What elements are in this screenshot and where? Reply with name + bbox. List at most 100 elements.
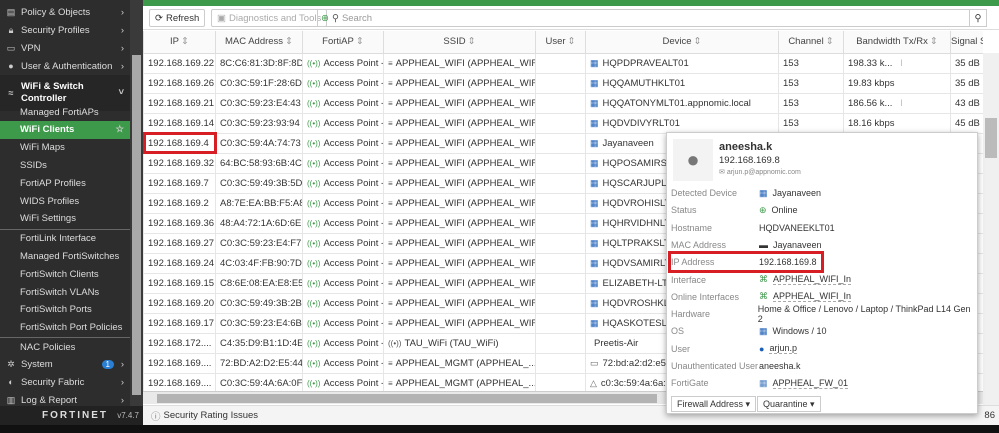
ssid-icon: ≡	[388, 318, 393, 328]
diagnostics-button[interactable]: ▣ Diagnostics and Tools	[211, 9, 328, 27]
scrollbar-thumb[interactable]	[985, 118, 997, 158]
table-row[interactable]: 192.168.169.21 C0:3C:59:23:E4:43 ((•)) Acce…	[143, 92, 983, 114]
sidebar-item-wifi-clients[interactable]: WiFi Clients ☆	[0, 120, 130, 139]
cell-ssid: ≡ APPHEAL_WIFI (APPHEAL_WIFI)	[383, 112, 536, 134]
access-point-icon: ((•))	[307, 98, 321, 108]
cell-signal: 35 dB	[950, 72, 983, 94]
security-rating-issues-link[interactable]: Security Rating Issues	[164, 410, 259, 421]
table-vertical-scrollbar[interactable]	[983, 53, 999, 405]
notification-badge: 1	[101, 359, 114, 369]
ssid-icon: ≡	[388, 158, 393, 168]
windows-icon: ▦	[590, 177, 599, 188]
chevron-right-icon: ›	[120, 60, 124, 72]
cell-fortiap: ((•)) Access Point -3	[302, 72, 384, 94]
sidebar-item-system[interactable]: ✲ System 1 ›	[0, 355, 130, 373]
windows-icon: ▦	[590, 117, 599, 128]
cell-mac: 72:BD:A2:D2:E5:44	[215, 352, 303, 374]
popup-field-label: User	[671, 343, 691, 354]
cell-ssid: ≡ APPHEAL_WIFI (APPHEAL_WIFI)	[383, 52, 536, 74]
scrollbar-thumb[interactable]	[132, 55, 141, 395]
sidebar-item-ssids[interactable]: SSIDs	[0, 156, 130, 174]
sidebar-item-vpn[interactable]: ▭ VPN ›	[0, 39, 130, 57]
cell-mac: C0:3C:59:23:E4:6B	[215, 312, 303, 334]
scrollbar-thumb[interactable]	[157, 394, 657, 403]
refresh-button[interactable]: ⟳ Refresh	[149, 9, 206, 27]
popup-field-value[interactable]: APPHEAL_FW_01	[772, 378, 849, 389]
column-header-device[interactable]: Device ⇕	[585, 31, 779, 54]
cell-text: HQDVROSHKL	[602, 297, 670, 309]
cell-text: 153	[783, 57, 799, 69]
cell-ssid: ≡ APPHEAL_WIFI (APPHEAL_WIFI)	[383, 272, 536, 294]
search-button[interactable]: ⚲	[969, 9, 987, 27]
cell-text: HQPDPRAVEALT01	[602, 57, 689, 69]
search-input[interactable]: ⊕ ⚲ Search	[317, 9, 987, 27]
sidebar-item-label: Policy & Objects	[21, 6, 91, 18]
popup-field-online-interfaces: Online Interfaces ⌘ APPHEAL_WIFI_In	[671, 289, 975, 305]
column-header-bandwidth-tx-rx[interactable]: Bandwidth Tx/Rx ⇕	[843, 31, 951, 54]
cell-text: Access Point -6	[323, 337, 384, 349]
cell-ip: 192.168.169.7	[143, 172, 216, 194]
column-header-label: MAC Address	[224, 36, 284, 48]
cell-channel: 153	[778, 112, 844, 134]
sidebar-item-fortilink-interface[interactable]: FortiLink Interface	[0, 230, 130, 248]
security-rating-icon: ⓘ	[151, 411, 161, 423]
cell-text: C0:3C:59:49:3B:2B	[220, 297, 302, 309]
column-header-channel[interactable]: Channel ⇕	[778, 31, 844, 54]
column-header-label: Bandwidth Tx/Rx	[856, 36, 928, 48]
sidebar-item-fortiswitch-vlans[interactable]: FortiSwitch VLANs	[0, 283, 130, 301]
cell-channel: 153	[778, 72, 844, 94]
table-row[interactable]: 192.168.169.26 C0:3C:59:1F:28:6D ((•)) Acce…	[143, 72, 983, 94]
sidebar-item-policy-objects[interactable]: ▤ Policy & Objects ›	[0, 3, 130, 21]
windows-icon: ▦	[590, 237, 599, 248]
column-header-signal-stre[interactable]: Signal Stre	[950, 31, 983, 54]
sidebar-item-user-authentication[interactable]: ● User & Authentication ›	[0, 57, 130, 75]
column-header-user[interactable]: User ⇕	[535, 31, 586, 54]
column-header-fortiap[interactable]: FortiAP ⇕	[302, 31, 384, 54]
sidebar-item-fortiap-profiles[interactable]: FortiAP Profiles	[0, 174, 130, 192]
column-header-ip[interactable]: IP ⇕	[143, 31, 216, 54]
access-point-icon: ((•))	[307, 238, 321, 248]
sort-icon[interactable]: ⇕	[181, 36, 189, 47]
sidebar-item-security-fabric[interactable]: ◐ Security Fabric ›	[0, 373, 130, 391]
sort-icon[interactable]: ⇕	[826, 36, 834, 47]
column-header-ssid[interactable]: SSID ⇕	[383, 31, 536, 54]
sidebar-item-fortiswitch-clients[interactable]: FortiSwitch Clients	[0, 265, 130, 283]
table-row[interactable]: 192.168.169.14 C0:3C:59:23:93:94 ((•)) Acce…	[143, 112, 983, 134]
firewall-address-dropdown[interactable]: Firewall Address ▾	[671, 396, 757, 412]
cell-ssid: ≡ APPHEAL_MGMT (APPHEAL_...	[383, 352, 536, 374]
sidebar-item-fortiswitch-port-policies[interactable]: FortiSwitch Port Policies	[0, 319, 130, 337]
sidebar-item-nac-policies[interactable]: NAC Policies	[0, 338, 130, 356]
device-icon: ▬	[759, 239, 768, 250]
add-filter-icon[interactable]: ⊕	[321, 13, 329, 24]
firewall-address-label: Firewall Address	[677, 399, 744, 409]
sort-icon[interactable]: ⇕	[468, 36, 476, 47]
sort-icon[interactable]: ⇕	[285, 36, 293, 47]
cell-text: 4C:03:4F:FB:90:7D	[220, 257, 302, 269]
popup-field-value[interactable]: arjun.p	[769, 343, 797, 355]
column-header-mac-address[interactable]: MAC Address ⇕	[215, 31, 303, 54]
popup-field-value[interactable]: APPHEAL_WIFI_In	[773, 274, 852, 285]
cell-text: 72:bd:a2:d2:e5:	[602, 357, 669, 369]
sidebar-item-security-profiles[interactable]: 🔒︎ Security Profiles ›	[0, 21, 130, 39]
search-icon: ⚲	[974, 12, 982, 24]
sidebar-scrollbar[interactable]	[130, 0, 143, 425]
sidebar-item-wids-profiles[interactable]: WIDS Profiles	[0, 192, 130, 210]
sidebar-item-wifi-settings[interactable]: WiFi Settings	[0, 210, 130, 228]
sidebar-item-wifi-maps[interactable]: WiFi Maps	[0, 139, 130, 157]
popup-field-value[interactable]: APPHEAL_WIFI_In	[773, 291, 852, 303]
sort-icon[interactable]: ⇕	[930, 36, 938, 47]
table-row[interactable]: 192.168.169.22 8C:C6:81:3D:8F:8D ((•)) Acce…	[143, 52, 983, 74]
cell-text: 192.168.169.24	[148, 257, 215, 269]
cell-fortiap: ((•)) Access Point -4	[302, 372, 384, 394]
sort-icon[interactable]: ⇕	[694, 36, 702, 47]
sidebar-item-managed-fortiswitches[interactable]: Managed FortiSwitches	[0, 247, 130, 265]
cell-mac: C0:3C:59:23:E4:F7	[215, 232, 303, 254]
sidebar-item-managed-fortiaps[interactable]: Managed FortiAPs	[0, 103, 130, 121]
sidebar-item-fortiswitch-ports[interactable]: FortiSwitch Ports	[0, 301, 130, 319]
cell-ip: 192.168.169.26	[143, 72, 216, 94]
cell-ip: 192.168.169.2	[143, 192, 216, 214]
sort-icon[interactable]: ⇕	[568, 36, 576, 47]
sort-icon[interactable]: ⇕	[356, 36, 364, 47]
quarantine-dropdown[interactable]: Quarantine ▾	[757, 396, 821, 412]
star-icon[interactable]: ☆	[115, 124, 124, 135]
